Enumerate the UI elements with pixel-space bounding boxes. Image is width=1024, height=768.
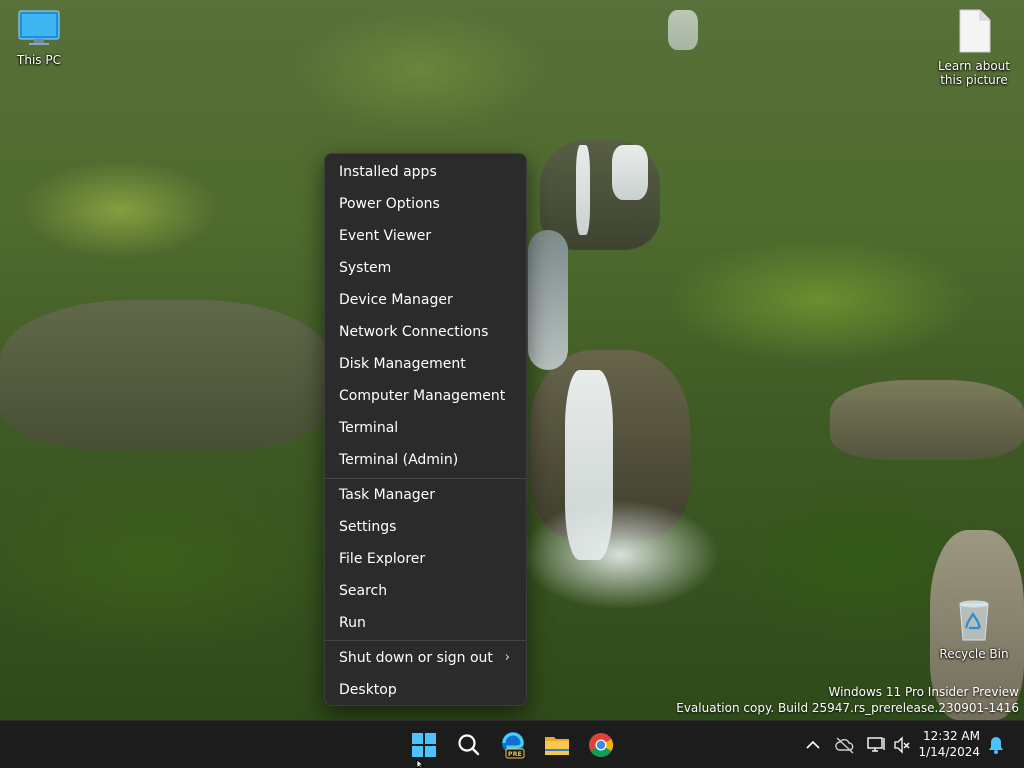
menu-item-search[interactable]: Search <box>329 576 524 606</box>
wallpaper-mist <box>520 500 720 610</box>
search-icon <box>458 734 480 756</box>
taskbar: PRE 12:32 AM 1/14/2024 <box>0 720 1024 768</box>
volume-muted-icon <box>894 736 910 754</box>
monitor-icon <box>18 10 60 45</box>
wallpaper-cliff <box>830 380 1024 460</box>
folder-icon <box>545 737 569 755</box>
menu-item-network-connections[interactable]: Network Connections <box>329 317 524 347</box>
bell-icon <box>989 737 1003 754</box>
taskbar-search-button[interactable] <box>453 729 485 761</box>
taskbar-edge-button[interactable]: PRE <box>497 729 529 761</box>
chevron-right-icon: › <box>504 650 510 665</box>
network-icon <box>867 737 885 752</box>
desktop-icon-label: Recycle Bin <box>939 647 1009 661</box>
menu-item-settings[interactable]: Settings <box>329 512 524 542</box>
menu-item-shut-down-or-sign-out[interactable]: Shut down or sign out › <box>329 643 524 673</box>
menu-item-installed-apps[interactable]: Installed apps <box>329 157 524 187</box>
menu-separator <box>325 478 526 479</box>
menu-item-run[interactable]: Run <box>329 608 524 638</box>
wallpaper-cliff <box>0 300 330 450</box>
watermark-line-1: Windows 11 Pro Insider Preview <box>828 685 1019 699</box>
menu-item-label: Shut down or sign out <box>339 650 493 666</box>
menu-separator <box>325 640 526 641</box>
recycle-bin-icon <box>959 600 989 641</box>
menu-item-device-manager[interactable]: Device Manager <box>329 285 524 315</box>
mouse-cursor-icon <box>416 760 425 768</box>
edge-pre-badge: PRE <box>508 751 523 758</box>
menu-item-file-explorer[interactable]: File Explorer <box>329 544 524 574</box>
chevron-up-icon <box>806 740 820 749</box>
desktop-icon-this-pc[interactable]: This PC <box>1 8 77 67</box>
wallpaper-waterfall <box>612 145 648 200</box>
show-hidden-icons-button[interactable] <box>803 735 823 755</box>
quick-link-menu: Installed apps Power Options Event Viewe… <box>324 153 527 706</box>
evaluation-watermark: Windows 11 Pro Insider Preview Evaluatio… <box>676 684 1019 716</box>
menu-item-terminal-admin[interactable]: Terminal (Admin) <box>329 445 524 475</box>
wallpaper-river <box>528 230 568 370</box>
wallpaper-waterfall <box>668 10 698 50</box>
menu-item-power-options[interactable]: Power Options <box>329 189 524 219</box>
menu-item-computer-management[interactable]: Computer Management <box>329 381 524 411</box>
menu-item-task-manager[interactable]: Task Manager <box>329 480 524 510</box>
clock-time: 12:32 AM <box>923 729 980 743</box>
menu-item-disk-management[interactable]: Disk Management <box>329 349 524 379</box>
onedrive-tray-button[interactable] <box>834 735 854 755</box>
watermark-line-2: Evaluation copy. Build 25947.rs_prerelea… <box>676 701 1019 715</box>
volume-tray-button[interactable] <box>892 735 912 755</box>
desktop-icon-learn-about-picture[interactable]: Learn about this picture <box>936 8 1012 87</box>
clock-date: 1/14/2024 <box>918 745 980 759</box>
desktop-icon-label: Learn about this picture <box>938 59 1010 87</box>
document-icon <box>959 9 991 53</box>
taskbar-file-explorer-button[interactable] <box>541 729 573 761</box>
menu-item-desktop[interactable]: Desktop <box>329 675 524 705</box>
onedrive-offline-icon <box>835 737 854 754</box>
taskbar-chrome-button[interactable] <box>585 729 617 761</box>
menu-item-system[interactable]: System <box>329 253 524 283</box>
menu-item-terminal[interactable]: Terminal <box>329 413 524 443</box>
start-button[interactable] <box>408 729 440 761</box>
desktop-icon-recycle-bin[interactable]: Recycle Bin <box>936 598 1012 661</box>
chrome-icon <box>589 733 614 758</box>
wallpaper-waterfall <box>576 145 590 235</box>
windows-start-icon <box>412 733 436 757</box>
notifications-button[interactable] <box>986 735 1006 755</box>
desktop-icon-label: This PC <box>17 53 61 67</box>
network-tray-button[interactable] <box>866 735 886 755</box>
menu-item-event-viewer[interactable]: Event Viewer <box>329 221 524 251</box>
taskbar-clock[interactable]: 12:32 AM 1/14/2024 <box>918 728 980 760</box>
